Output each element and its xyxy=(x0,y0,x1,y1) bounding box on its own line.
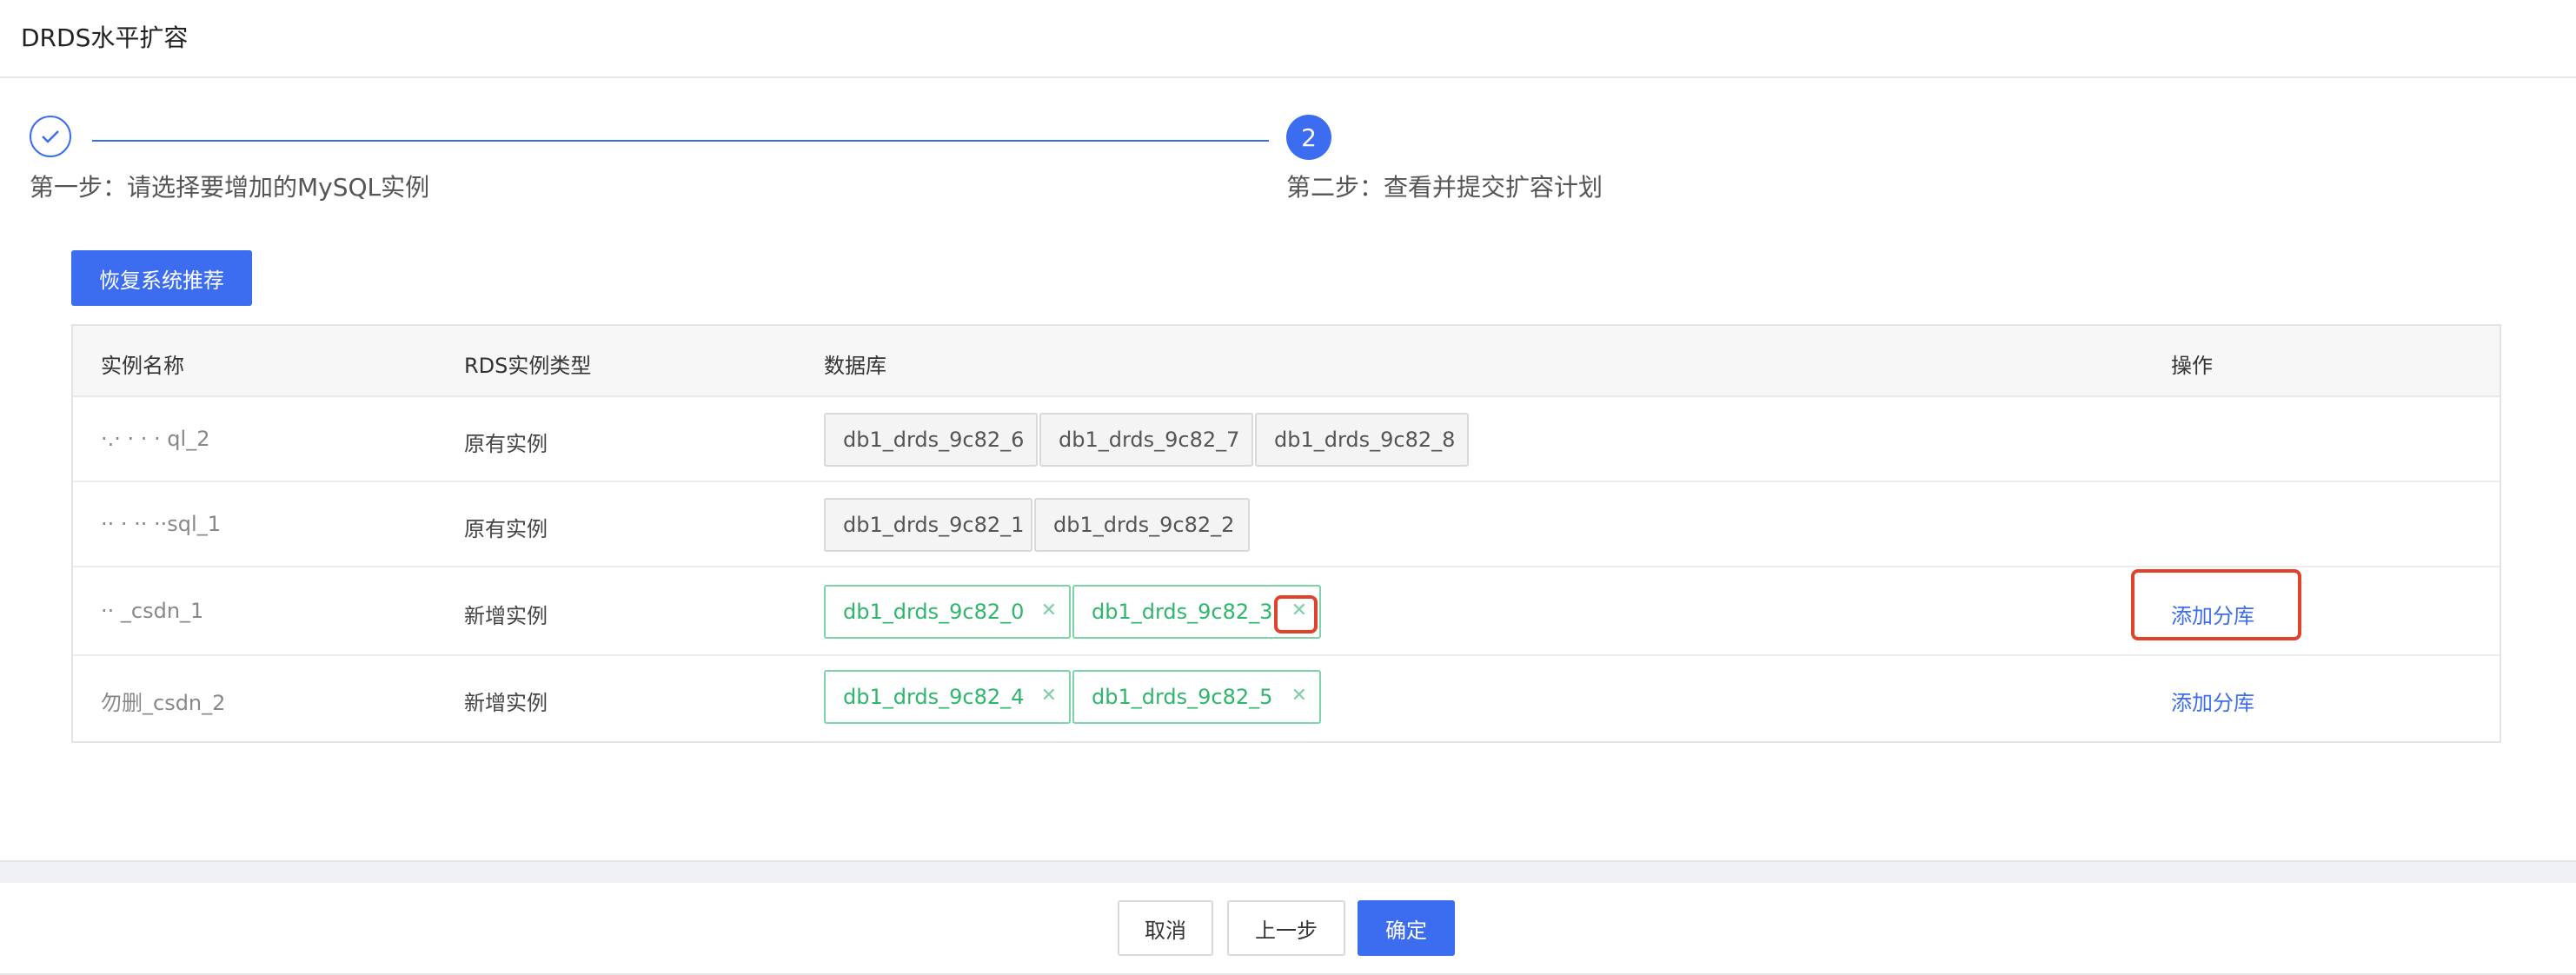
step-1-check-icon xyxy=(30,116,71,157)
column-header-database: 数据库 xyxy=(824,354,886,378)
table-row: ·· · ·· ··sql_1 原有实例 db1_drds_9c82_1 db1… xyxy=(73,482,2500,567)
instance-type: 原有实例 xyxy=(464,432,548,456)
page-header: DRDS水平扩容 xyxy=(0,0,2576,78)
instance-name: ·· _csdn_1 xyxy=(101,599,204,623)
close-icon[interactable]: ✕ xyxy=(1291,685,1307,706)
add-shard-link[interactable]: 添加分库 xyxy=(2171,686,2254,716)
database-tag: db1_drds_9c82_6 xyxy=(824,413,1038,467)
highlight-box-add-shard xyxy=(2131,569,2301,640)
footer-divider xyxy=(0,860,2576,885)
table-header: 实例名称 RDS实例类型 数据库 操作 xyxy=(73,326,2500,397)
table-row: ·· _csdn_1 新增实例 db1_drds_9c82_0 ✕ db1_dr… xyxy=(73,567,2500,656)
instance-name: ·.· · · · ql_2 xyxy=(101,427,210,451)
instance-name: ·· · ·· ··sql_1 xyxy=(101,512,221,536)
instance-type: 新增实例 xyxy=(464,691,548,715)
step-2-label: 第二步：查看并提交扩容计划 xyxy=(1286,173,1603,202)
table-row: 勿删_csdn_2 新增实例 db1_drds_9c82_4 ✕ db1_drd… xyxy=(73,656,2500,741)
step-connector xyxy=(92,140,1269,142)
footer-bar: 取消 上一步 确定 xyxy=(0,883,2576,975)
database-tag: db1_drds_9c82_7 xyxy=(1039,413,1253,467)
close-icon[interactable]: ✕ xyxy=(1041,685,1057,706)
column-header-action: 操作 xyxy=(2171,354,2213,378)
restore-recommendation-button[interactable]: 恢复系统推荐 xyxy=(71,250,252,306)
step-1-label: 第一步：请选择要增加的MySQL实例 xyxy=(30,173,430,202)
database-tag: db1_drds_9c82_8 xyxy=(1255,413,1469,467)
column-header-instance-name: 实例名称 xyxy=(101,354,184,378)
highlight-box-remove xyxy=(1274,595,1318,633)
table-row: ·.· · · · ql_2 原有实例 db1_drds_9c82_6 db1_… xyxy=(73,397,2500,482)
column-header-rds-type: RDS实例类型 xyxy=(464,354,592,378)
confirm-button[interactable]: 确定 xyxy=(1358,900,1455,956)
database-tag-removable: db1_drds_9c82_5 ✕ xyxy=(1072,670,1321,724)
cancel-button[interactable]: 取消 xyxy=(1118,900,1213,956)
page-title: DRDS水平扩容 xyxy=(21,23,189,52)
instance-table: 实例名称 RDS实例类型 数据库 操作 ·.· · · · ql_2 原有实例 … xyxy=(71,324,2501,743)
step-2-indicator: 2 xyxy=(1286,115,1331,160)
close-icon[interactable]: ✕ xyxy=(1041,600,1057,621)
database-tag: db1_drds_9c82_1 xyxy=(824,498,1032,552)
previous-step-button[interactable]: 上一步 xyxy=(1227,900,1345,956)
instance-type: 原有实例 xyxy=(464,517,548,541)
instance-type: 新增实例 xyxy=(464,604,548,628)
instance-name: 勿删_csdn_2 xyxy=(101,691,226,715)
database-tag-removable: db1_drds_9c82_4 ✕ xyxy=(824,670,1071,724)
database-tag-removable: db1_drds_9c82_0 ✕ xyxy=(824,585,1071,639)
database-tag: db1_drds_9c82_2 xyxy=(1034,498,1250,552)
